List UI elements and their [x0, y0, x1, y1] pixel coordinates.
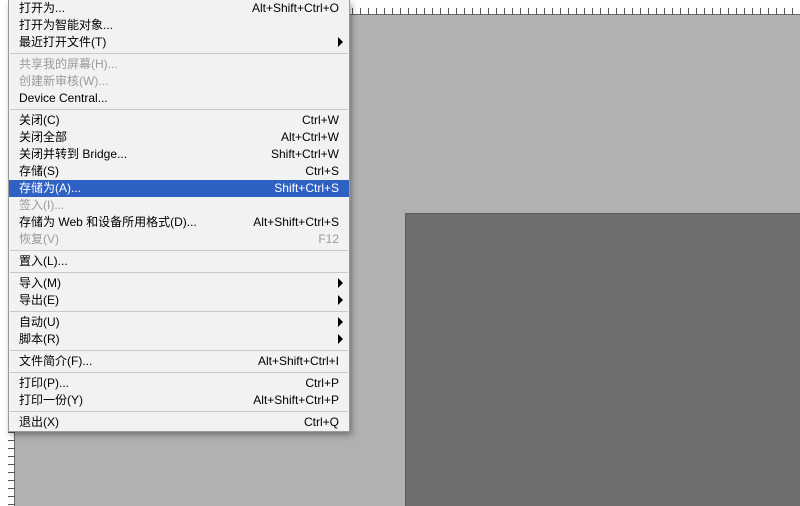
menu-item-save[interactable]: 存储(S) Ctrl+S: [9, 163, 349, 180]
menu-item-check-in: 签入(I)...: [9, 197, 349, 214]
menu-item-label: 存储为 Web 和设备所用格式(D)...: [19, 214, 245, 231]
document-canvas[interactable]: [405, 213, 800, 506]
menu-item-import[interactable]: 导入(M): [9, 275, 349, 292]
menu-item-label: 退出(X): [19, 414, 296, 431]
menu-item-shortcut: Alt+Shift+Ctrl+S: [253, 214, 339, 231]
menu-item-shortcut: Alt+Ctrl+W: [281, 129, 339, 146]
menu-item-label: 最近打开文件(T): [19, 34, 339, 51]
menu-item-open-as[interactable]: 打开为... Alt+Shift+Ctrl+O: [9, 0, 349, 17]
menu-item-label: 关闭全部: [19, 129, 273, 146]
menu-item-scripts[interactable]: 脚本(R): [9, 331, 349, 348]
menu-item-shortcut: Shift+Ctrl+W: [271, 146, 339, 163]
menu-item-close-bridge[interactable]: 关闭并转到 Bridge... Shift+Ctrl+W: [9, 146, 349, 163]
menu-item-print-one[interactable]: 打印一份(Y) Alt+Shift+Ctrl+P: [9, 392, 349, 409]
menu-item-shortcut: Ctrl+W: [302, 112, 339, 129]
menu-item-close-all[interactable]: 关闭全部 Alt+Ctrl+W: [9, 129, 349, 146]
menu-item-label: 关闭并转到 Bridge...: [19, 146, 263, 163]
menu-item-label: 导出(E): [19, 292, 339, 309]
menu-item-recent-files[interactable]: 最近打开文件(T): [9, 34, 349, 51]
menu-item-place[interactable]: 置入(L)...: [9, 253, 349, 270]
menu-separator: [10, 350, 348, 351]
menu-item-shortcut: Ctrl+P: [305, 375, 339, 392]
menu-item-shortcut: Alt+Shift+Ctrl+O: [252, 0, 339, 17]
menu-item-label: 置入(L)...: [19, 253, 339, 270]
menu-item-label: 关闭(C): [19, 112, 294, 129]
menu-item-share-screen: 共享我的屏幕(H)...: [9, 56, 349, 73]
submenu-arrow-icon: [338, 317, 343, 327]
menu-item-label: 脚本(R): [19, 331, 339, 348]
menu-item-shortcut: Alt+Shift+Ctrl+I: [258, 353, 339, 370]
menu-item-label: 导入(M): [19, 275, 339, 292]
menu-item-label: 自动(U): [19, 314, 339, 331]
submenu-arrow-icon: [338, 334, 343, 344]
submenu-arrow-icon: [338, 37, 343, 47]
menu-item-save-as[interactable]: 存储为(A)... Shift+Ctrl+S: [9, 180, 349, 197]
menu-item-shortcut: Ctrl+S: [305, 163, 339, 180]
menu-separator: [10, 53, 348, 54]
menu-item-automate[interactable]: 自动(U): [9, 314, 349, 331]
menu-separator: [10, 411, 348, 412]
menu-item-open-as-smart[interactable]: 打开为智能对象...: [9, 17, 349, 34]
menu-item-print[interactable]: 打印(P)... Ctrl+P: [9, 375, 349, 392]
submenu-arrow-icon: [338, 278, 343, 288]
menu-item-label: 打开为智能对象...: [19, 17, 339, 34]
menu-item-new-review: 创建新审核(W)...: [9, 73, 349, 90]
menu-item-label: 存储为(A)...: [19, 180, 266, 197]
menu-separator: [10, 372, 348, 373]
menu-item-label: 共享我的屏幕(H)...: [19, 56, 339, 73]
menu-item-label: 打开为...: [19, 0, 244, 17]
menu-item-label: Device Central...: [19, 90, 339, 107]
app-viewport: 打开为... Alt+Shift+Ctrl+O打开为智能对象...最近打开文件(T…: [0, 0, 800, 506]
menu-item-label: 恢复(V): [19, 231, 310, 248]
menu-item-label: 创建新审核(W)...: [19, 73, 339, 90]
menu-item-shortcut: F12: [318, 231, 339, 248]
menu-item-revert: 恢复(V) F12: [9, 231, 349, 248]
menu-item-label: 签入(I)...: [19, 197, 339, 214]
menu-item-save-for-web[interactable]: 存储为 Web 和设备所用格式(D)... Alt+Shift+Ctrl+S: [9, 214, 349, 231]
submenu-arrow-icon: [338, 295, 343, 305]
menu-item-label: 存储(S): [19, 163, 297, 180]
menu-item-shortcut: Shift+Ctrl+S: [274, 180, 339, 197]
menu-item-shortcut: Ctrl+Q: [304, 414, 339, 431]
menu-item-label: 打印(P)...: [19, 375, 297, 392]
menu-item-shortcut: Alt+Shift+Ctrl+P: [253, 392, 339, 409]
menu-item-export[interactable]: 导出(E): [9, 292, 349, 309]
menu-item-label: 打印一份(Y): [19, 392, 245, 409]
menu-item-exit[interactable]: 退出(X) Ctrl+Q: [9, 414, 349, 431]
menu-item-file-info[interactable]: 文件简介(F)... Alt+Shift+Ctrl+I: [9, 353, 349, 370]
menu-separator: [10, 272, 348, 273]
file-menu[interactable]: 打开为... Alt+Shift+Ctrl+O打开为智能对象...最近打开文件(T…: [8, 0, 350, 432]
menu-item-label: 文件简介(F)...: [19, 353, 250, 370]
menu-separator: [10, 311, 348, 312]
menu-item-close[interactable]: 关闭(C) Ctrl+W: [9, 112, 349, 129]
menu-separator: [10, 250, 348, 251]
menu-item-device-central[interactable]: Device Central...: [9, 90, 349, 107]
menu-separator: [10, 109, 348, 110]
